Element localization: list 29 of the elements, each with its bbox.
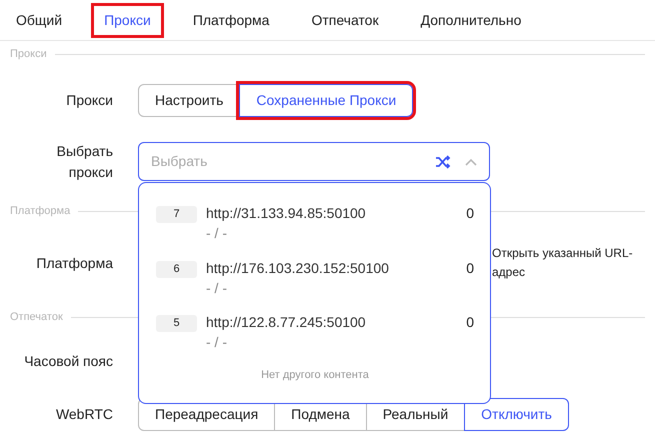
count-text: 0 <box>466 204 474 223</box>
tab[interactable]: Общий <box>6 6 72 34</box>
field-label: Прокси <box>65 90 113 110</box>
proxy-url[interactable]: http://176.103.230.152:50100 <box>206 258 389 278</box>
number-tag: 7 <box>156 206 197 223</box>
number-tag: 5 <box>156 315 197 332</box>
segment-button[interactable]: Отключить <box>464 398 569 430</box>
hint-text: Открыть указанный URL-адрес <box>492 244 634 281</box>
location-text: - / - <box>206 278 228 298</box>
proxy-url[interactable]: http://122.8.77.245:50100 <box>206 312 366 332</box>
empty-message: Нет другого контента <box>260 368 370 383</box>
tab[interactable]: Отпечаток <box>301 6 389 34</box>
tab[interactable]: Дополнительно <box>410 6 532 34</box>
location-text: - / - <box>206 333 228 352</box>
field-label: Платформа <box>35 254 113 273</box>
tab[interactable]: Платформа <box>182 6 280 34</box>
section-title: Прокси <box>10 46 47 62</box>
count-text: 0 <box>466 258 474 278</box>
location-text: - / - <box>206 224 228 244</box>
proxy-url[interactable]: http://31.133.94.85:50100 <box>206 203 366 224</box>
shuffle-icon[interactable] <box>435 154 451 168</box>
field-label: WebRTC <box>54 404 113 424</box>
section-title: Отпечаток <box>10 310 63 325</box>
select-field[interactable]: Выбрать <box>138 142 490 181</box>
field-label: Часовой пояс <box>23 352 113 371</box>
field-label: Выбрать прокси <box>56 142 113 182</box>
number-tag: 6 <box>156 260 197 278</box>
section-title: Платформа <box>10 204 70 219</box>
count-text: 0 <box>466 313 474 332</box>
